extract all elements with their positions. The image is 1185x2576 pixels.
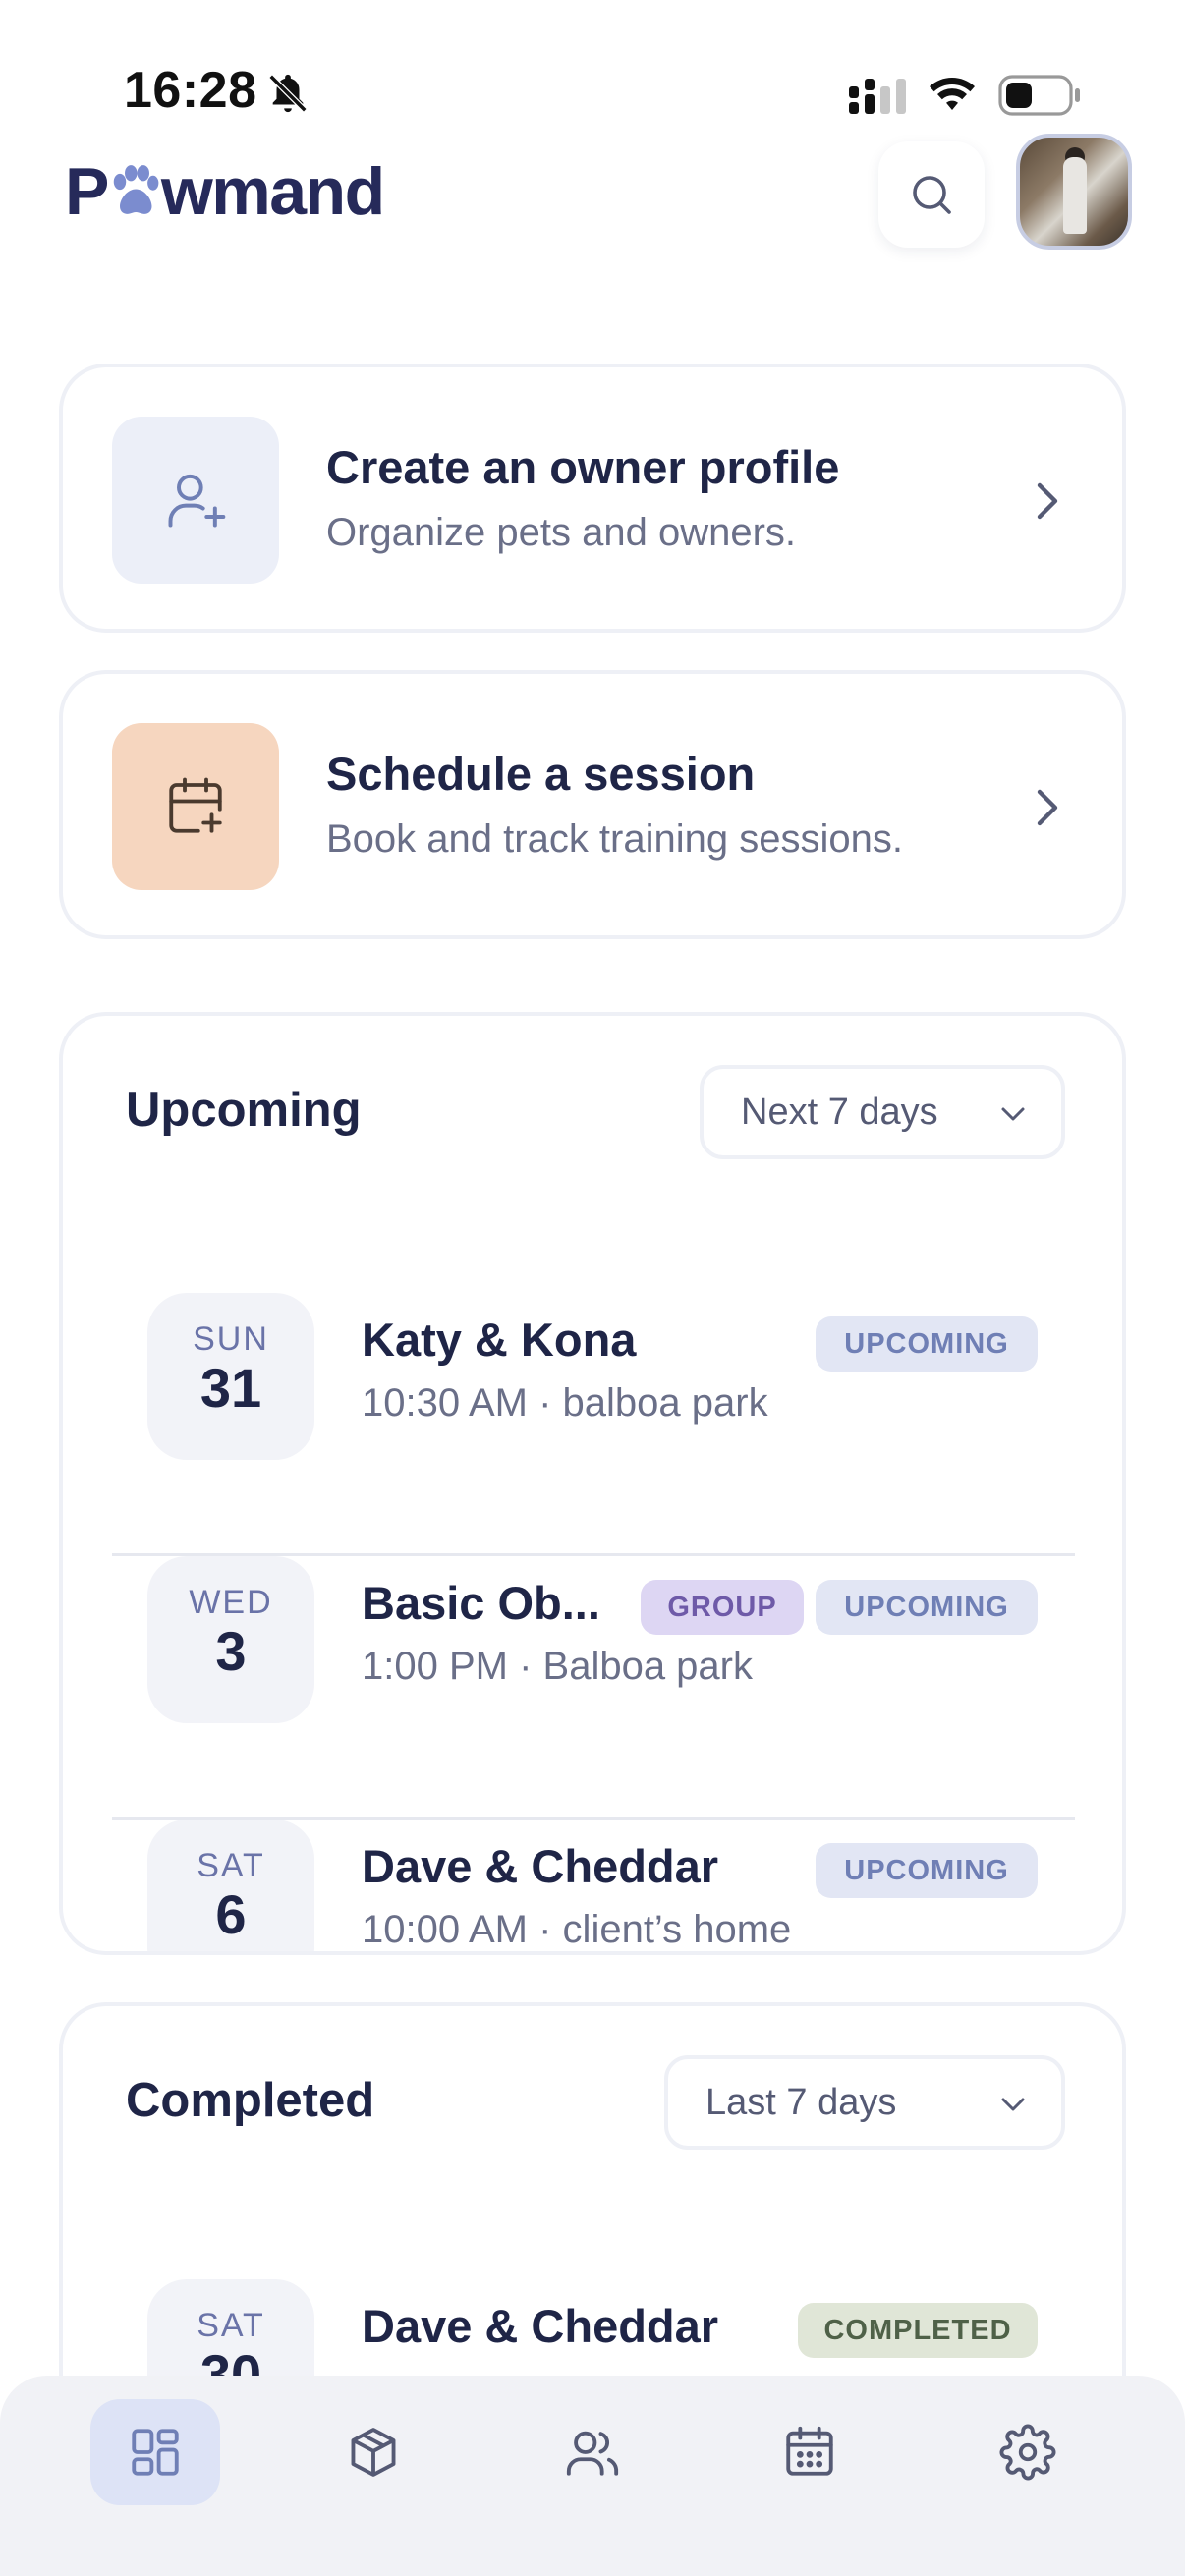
paw-icon [113,165,159,214]
create-owner-profile-card[interactable]: Create an owner profile Organize pets an… [59,364,1126,633]
app-logo: P wmand [65,154,385,229]
session-title: Dave & Cheddar [362,2300,719,2352]
date-weekday: SAT [197,1847,265,1884]
add-user-icon [168,474,226,528]
create-owner-title: Create an owner profile [326,441,840,493]
completed-filter-value: Last 7 days [705,2081,897,2123]
date-day: 6 [215,1883,247,1945]
chevron-down-icon [1001,2098,1025,2111]
users-icon [566,2431,619,2476]
status-badge: UPCOMING [816,1580,1038,1635]
session-subtitle: 10:30 AM · balboa park [362,1381,768,1425]
upcoming-filter-value: Next 7 days [741,1091,938,1133]
schedule-session-card[interactable]: Schedule a session Book and track traini… [59,670,1126,939]
date-weekday: SAT [197,2307,265,2344]
date-box: WED 3 [147,1556,314,1723]
date-day: 31 [199,1357,262,1419]
tab-settings[interactable] [963,2399,1093,2505]
upcoming-title: Upcoming [126,1084,362,1137]
session-title: Katy & Kona [362,1314,637,1366]
schedule-subtitle: Book and track training sessions. [326,817,903,861]
tab-packages[interactable] [309,2399,438,2505]
chevron-right-icon [1037,789,1058,826]
package-icon [351,2428,396,2477]
bell-off-icon [268,74,308,113]
tab-clients[interactable] [528,2399,657,2505]
tab-calendar[interactable] [745,2399,875,2505]
search-icon [913,176,951,214]
settings-icon [999,2424,1056,2481]
schedule-title: Schedule a session [326,748,756,800]
session-title: Basic Ob... [362,1577,600,1629]
create-owner-icon-box [112,417,279,584]
wifi-icon [930,78,975,110]
calendar-icon [786,2426,833,2476]
date-box: SUN 31 [147,1293,314,1460]
schedule-icon-box [112,723,279,890]
logo-text-left: P [65,154,109,229]
status-bar: 16:28 [0,0,1185,147]
status-time: 16:28 [124,62,257,119]
avatar-photo-figure [1063,157,1087,234]
upcoming-filter-dropdown[interactable]: Next 7 days [700,1065,1065,1159]
date-weekday: SUN [193,1320,269,1358]
search-button[interactable] [878,141,985,248]
status-badge: UPCOMING [816,1843,1038,1898]
session-row[interactable]: SUN 31 Katy & Kona 10:30 AM · balboa par… [112,1293,1075,1556]
logo-text-right: wmand [160,154,385,229]
chevron-right-icon [1037,482,1058,520]
date-day: 3 [215,1620,247,1682]
upcoming-section: Upcoming Next 7 days SUN 31 Katy & Kona … [59,1012,1126,1955]
bottom-tab-bar [0,2376,1185,2576]
tab-dashboard[interactable] [90,2399,220,2505]
status-badge: UPCOMING [816,1316,1038,1372]
completed-filter-dropdown[interactable]: Last 7 days [664,2055,1065,2150]
session-row[interactable]: SAT 6 Dave & Cheddar 10:00 AM · client’s… [112,1820,1075,1951]
profile-avatar[interactable] [1016,134,1132,250]
date-box: SAT 6 [147,1820,314,1951]
create-owner-subtitle: Organize pets and owners. [326,511,797,554]
completed-title: Completed [126,2074,375,2127]
status-badge: COMPLETED [798,2303,1038,2358]
session-subtitle: 1:00 PM · Balboa park [362,1645,753,1688]
calendar-plus-icon [169,777,222,833]
session-subtitle: 10:00 AM · client’s home [362,1908,792,1951]
chevron-down-icon [1001,1107,1025,1121]
date-weekday: WED [189,1584,273,1621]
session-title: Dave & Cheddar [362,1840,719,1892]
group-badge: GROUP [641,1580,804,1635]
battery-icon [998,75,1080,116]
dashboard-icon [132,2429,179,2476]
session-row[interactable]: WED 3 Basic Ob... 1:00 PM · Balboa park … [112,1556,1075,1820]
cellular-signal-icon [849,79,906,114]
